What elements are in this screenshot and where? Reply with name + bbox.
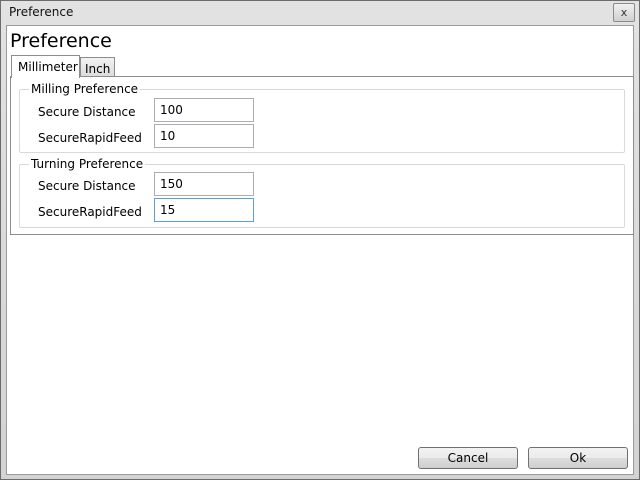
tab-millimeter[interactable]: Millimeter bbox=[11, 55, 80, 78]
client-area: Preference Millimeter Inch Milling Prefe… bbox=[6, 25, 634, 475]
turning-secure-rapid-feed-label: SecureRapidFeed bbox=[38, 205, 142, 219]
title-bar[interactable]: Preference x bbox=[1, 1, 639, 24]
tab-inch-label: Inch bbox=[85, 62, 111, 76]
milling-preference-group: Milling Preference Secure Distance 100 S… bbox=[19, 82, 625, 153]
tab-millimeter-label: Millimeter bbox=[18, 60, 78, 74]
turning-preference-title: Turning Preference bbox=[29, 157, 146, 171]
turning-secure-distance-input[interactable]: 150 bbox=[154, 172, 254, 196]
turning-secure-rapid-feed-input[interactable]: 15 bbox=[154, 198, 254, 222]
tab-inch[interactable]: Inch bbox=[80, 57, 115, 76]
ok-button[interactable]: Ok bbox=[528, 447, 628, 469]
turning-secure-distance-label: Secure Distance bbox=[38, 179, 136, 193]
milling-secure-rapid-feed-label: SecureRapidFeed bbox=[38, 131, 142, 145]
close-icon[interactable]: x bbox=[613, 3, 635, 22]
cancel-button[interactable]: Cancel bbox=[418, 447, 518, 469]
milling-secure-distance-label: Secure Distance bbox=[38, 105, 136, 119]
preference-window: Preference x Preference Millimeter Inch … bbox=[0, 0, 640, 480]
milling-secure-distance-input[interactable]: 100 bbox=[154, 98, 254, 122]
tab-panel-millimeter: Milling Preference Secure Distance 100 S… bbox=[10, 76, 634, 235]
page-title: Preference bbox=[10, 30, 112, 52]
window-title: Preference bbox=[9, 5, 74, 19]
milling-preference-title: Milling Preference bbox=[29, 82, 141, 96]
turning-preference-group: Turning Preference Secure Distance 150 S… bbox=[19, 157, 625, 228]
milling-secure-rapid-feed-input[interactable]: 10 bbox=[154, 124, 254, 148]
